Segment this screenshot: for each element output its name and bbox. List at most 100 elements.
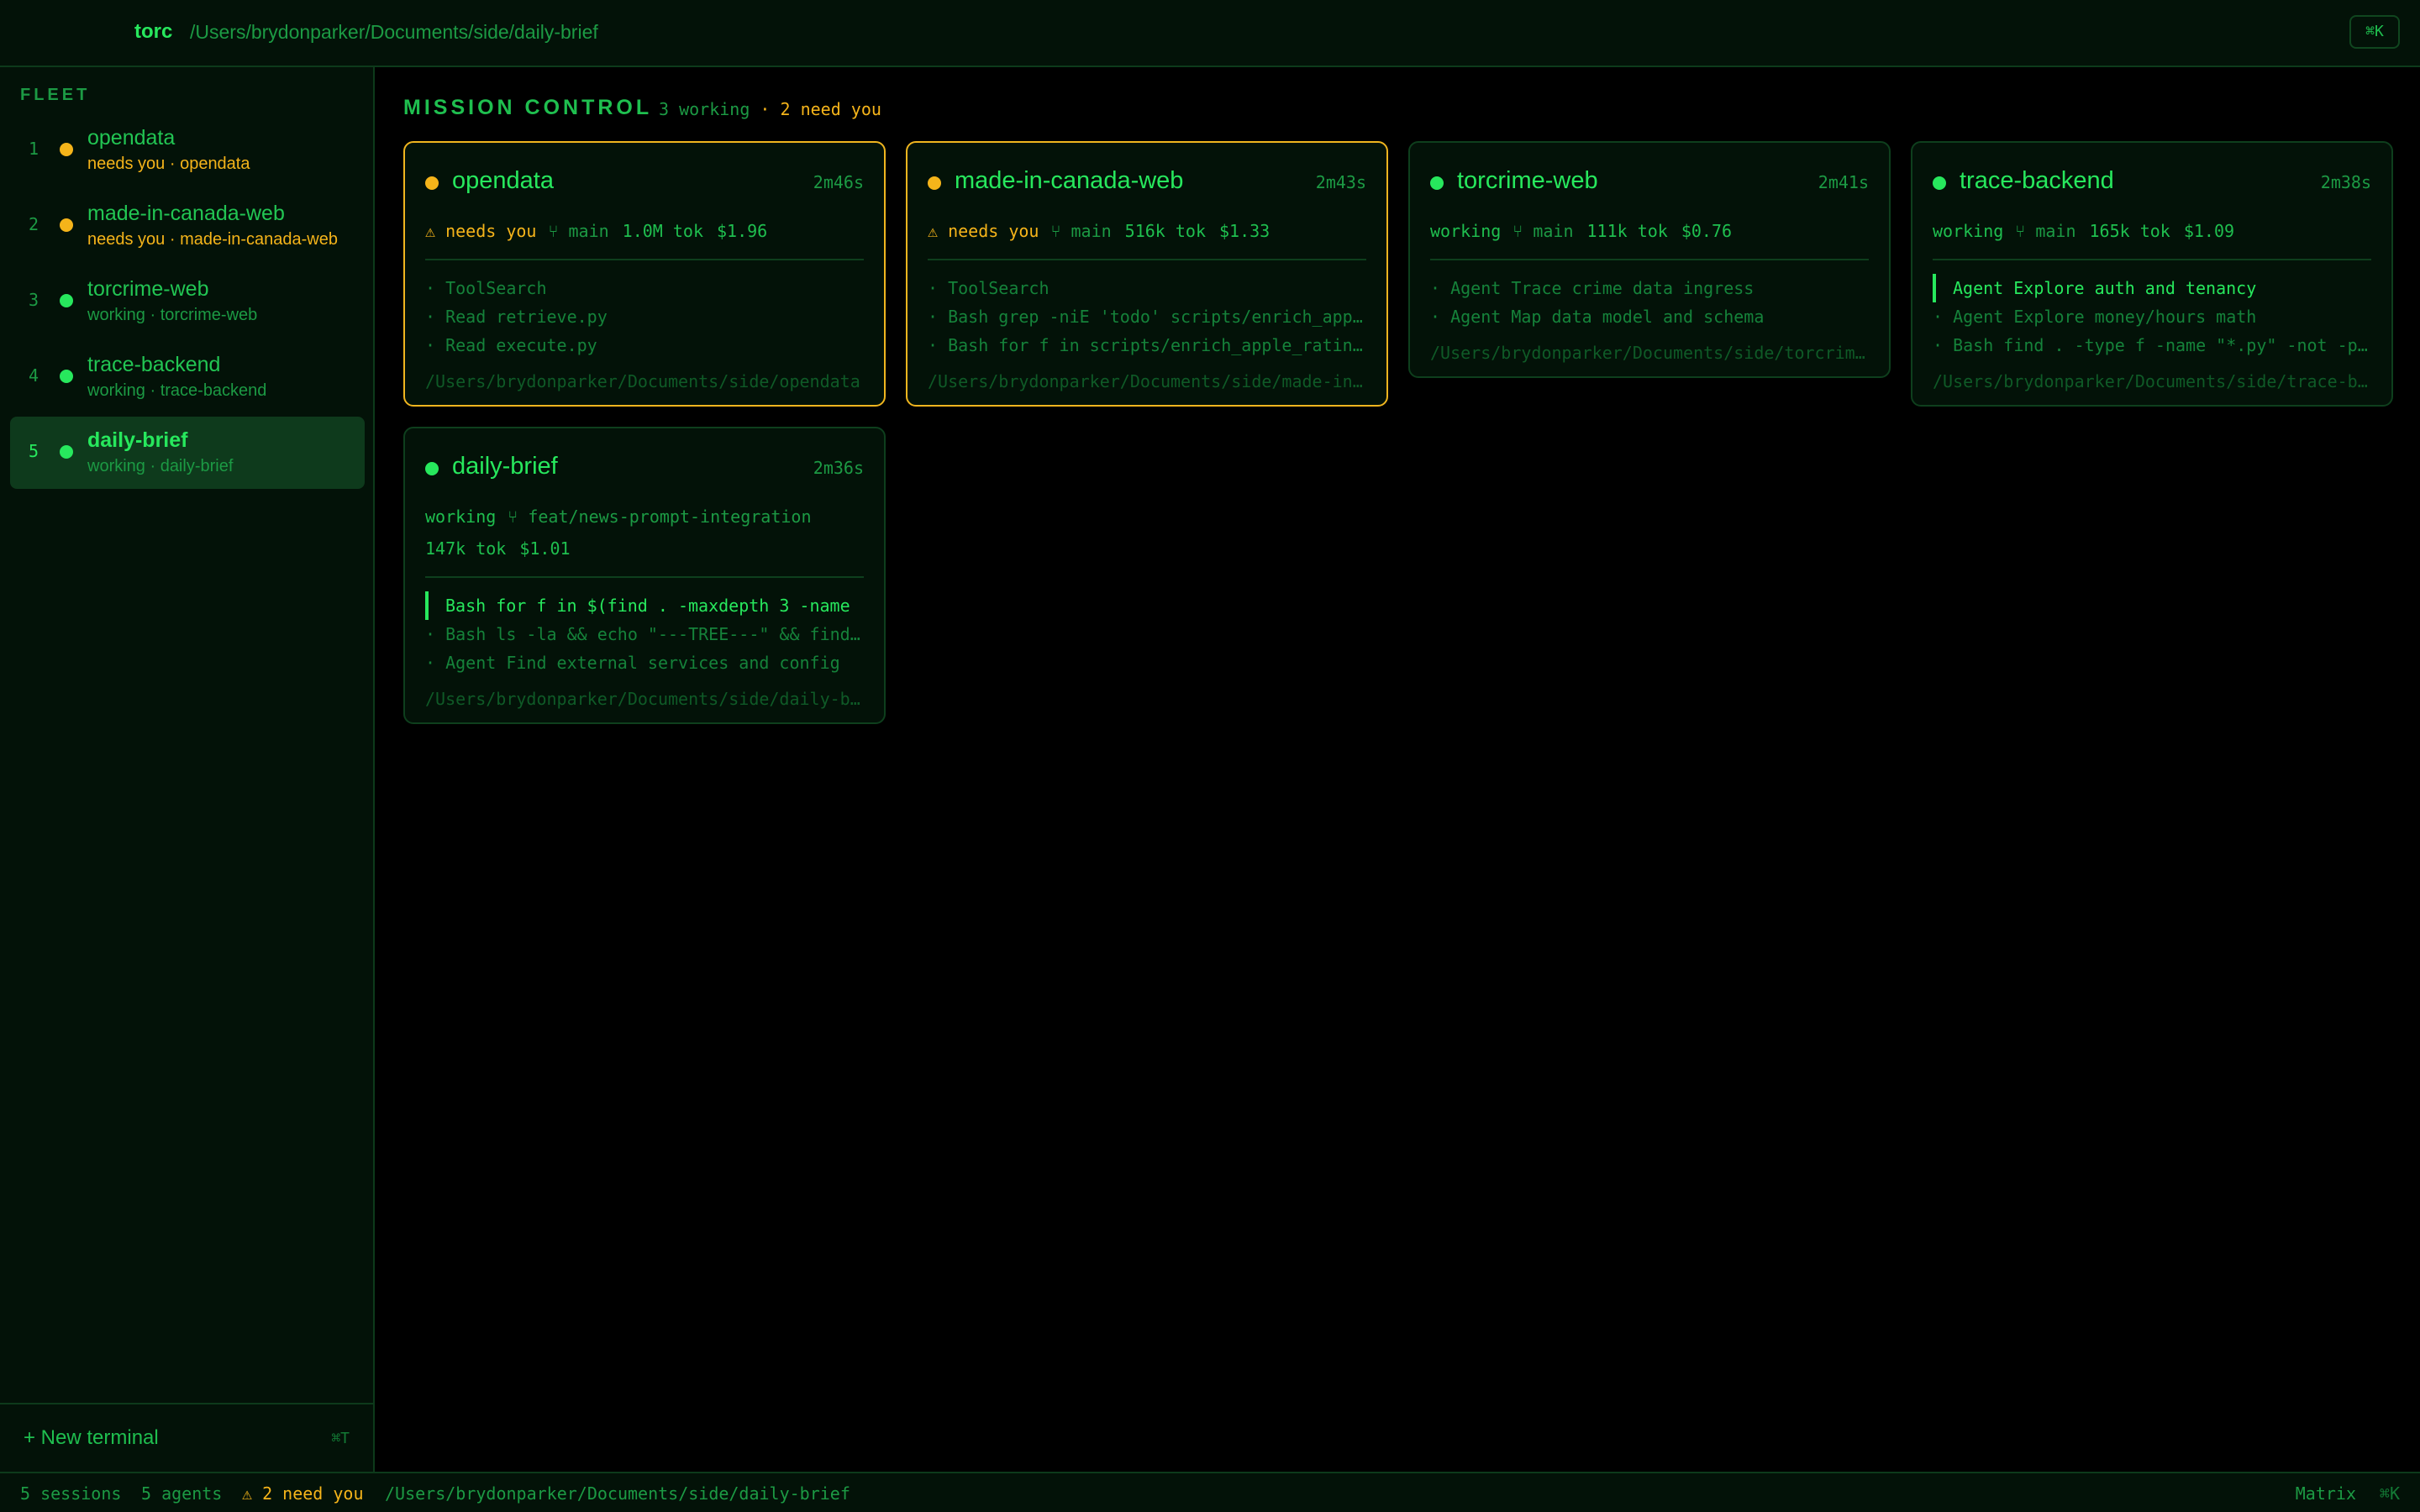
fleet-item-number: 3 — [29, 290, 39, 310]
card-title: made-in-canada-web — [955, 167, 1184, 194]
status-dot-icon — [60, 370, 73, 383]
status-dot-icon — [928, 176, 941, 190]
card-path: /Users/brydonparker/Documents/side/daily… — [425, 689, 864, 709]
card-state: ⚠ needs you — [928, 221, 1039, 241]
card-meta: working ⑂ main 111k tok $0.76 — [1430, 215, 1869, 247]
activity-item: · Bash find . -type f -name "*.py" -not … — [1933, 335, 2371, 355]
fleet-item-number: 1 — [29, 139, 39, 159]
card-activity-list: · ToolSearch · Bash grep -niE 'todo' scri… — [928, 274, 1366, 360]
card-divider — [928, 259, 1366, 260]
status-path: /Users/brydonparker/Documents/side/daily… — [385, 1483, 850, 1504]
fleet-list: 1 opendata needs you · opendata 2 made-in-ca… — [10, 114, 365, 492]
fleet-item-opendata[interactable]: 1 opendata needs you · opendata — [10, 114, 365, 186]
card-meta: working ⑂ main 165k tok $1.09 — [1933, 215, 2371, 247]
card-path: /Users/brydonparker/Documents/side/torcr… — [1430, 343, 1869, 363]
card-cost: $1.09 — [2183, 221, 2235, 241]
status-dot-icon — [60, 218, 73, 232]
card-meta: ⚠ needs you ⑂ main 516k tok $1.33 — [928, 215, 1366, 247]
card-activity-list: Agent Explore auth and tenancy · Agent Ex… — [1933, 274, 2371, 360]
status-dot-icon — [1933, 176, 1946, 190]
activity-item: · Agent Map data model and schema — [1430, 307, 1765, 327]
card-tokens: 147k tok — [425, 538, 507, 559]
fleet-item-number: 4 — [29, 365, 39, 386]
card-elapsed-time: 2m41s — [1818, 172, 1869, 192]
app-brand: torc — [134, 20, 173, 43]
card-title: torcrime-web — [1457, 167, 1598, 194]
card-state: working — [1430, 221, 1502, 241]
card-branch: ⑂ main — [1050, 221, 1112, 241]
status-dot-icon — [60, 294, 73, 307]
card-divider — [425, 259, 864, 260]
card-title: opendata — [452, 167, 554, 194]
new-terminal-button[interactable]: + New terminal — [24, 1426, 159, 1450]
fleet-item-torcrime-web[interactable]: 3 torcrime-web working · torcrime-web — [10, 265, 365, 338]
command-palette-button[interactable]: ⌘K — [2349, 15, 2400, 49]
card-cost: $0.76 — [1681, 221, 1733, 241]
working-count: 3 working — [659, 99, 750, 119]
card-elapsed-time: 2m43s — [1315, 172, 1366, 192]
fleet-item-number: 5 — [29, 441, 39, 461]
card-path: /Users/brydonparker/Documents/side/trace… — [1933, 371, 2371, 391]
card-state: working — [425, 507, 497, 527]
session-card-made-in-canada-web[interactable]: made-in-canada-web 2m43s ⚠ needs you ⑂ main… — [906, 141, 1388, 407]
card-state: ⚠ needs you — [425, 221, 537, 241]
activity-item: · Bash for f in scripts/enrich_apple_rat… — [928, 335, 1366, 355]
fleet-item-status: working · torcrime-web — [87, 306, 258, 324]
need-count: 2 need you — [780, 99, 881, 119]
card-divider — [1430, 259, 1869, 260]
card-branch: ⑂ main — [548, 221, 609, 241]
activity-current: Agent Explore auth and tenancy — [1933, 274, 2371, 302]
session-card-trace-backend[interactable]: trace-backend 2m38s working ⑂ main 165k tok $… — [1911, 141, 2393, 407]
activity-item: · ToolSearch — [928, 278, 1050, 298]
session-card-opendata[interactable]: opendata 2m46s ⚠ needs you ⑂ main 1.0M tok $1… — [403, 141, 886, 407]
fleet-item-daily-brief[interactable]: 5 daily-brief working · daily-brief — [10, 417, 365, 489]
fleet-item-status: working · trace-backend — [87, 381, 267, 400]
fleet-item-name: torcrime-web — [87, 277, 209, 301]
status-dot-icon — [425, 176, 439, 190]
fleet-item-trace-backend[interactable]: 4 trace-backend working · trace-backend — [10, 341, 365, 413]
summary-separator: · — [750, 99, 781, 119]
activity-item: · Agent Explore money/hours math — [1933, 307, 2257, 327]
session-count: 5 sessions — [20, 1483, 122, 1504]
fleet-item-status: needs you · made-in-canada-web — [87, 230, 338, 249]
card-state: working — [1933, 221, 2004, 241]
page-title: MISSION CONTROL — [403, 96, 653, 119]
session-card-daily-brief[interactable]: daily-brief 2m36s working ⑂ feat/news-promp… — [403, 427, 886, 724]
card-meta: ⚠ needs you ⑂ main 1.0M tok $1.96 — [425, 215, 864, 247]
card-branch: ⑂ main — [1512, 221, 1574, 241]
fleet-summary: 3 working · 2 need you — [659, 99, 881, 119]
fleet-title: FLEET — [20, 86, 91, 104]
card-path: /Users/brydonparker/Documents/side/made-… — [928, 371, 1366, 391]
card-activity-list: · ToolSearch · Read retrieve.py · Read exe… — [425, 274, 864, 360]
fleet-item-name: trace-backend — [87, 353, 221, 376]
status-dot-icon — [1430, 176, 1444, 190]
top-bar: torc /Users/brydonparker/Documents/side/… — [0, 0, 2420, 67]
card-cost: $1.01 — [519, 538, 571, 559]
card-divider — [425, 576, 864, 578]
card-title: trace-backend — [1960, 167, 2114, 194]
activity-item: · Agent Trace crime data ingress — [1430, 278, 1754, 298]
mission-control: MISSION CONTROL 3 working · 2 need you o… — [376, 67, 2420, 1472]
activity-current: Bash for f in $(find . -maxdepth 3 -name — [425, 591, 864, 620]
card-branch: ⑂ main — [2015, 221, 2076, 241]
card-path: /Users/brydonparker/Documents/side/opend… — [425, 371, 860, 391]
card-meta: working ⑂ feat/news-prompt-integration 147… — [425, 501, 864, 564]
status-dot-icon — [60, 143, 73, 156]
activity-item: · Read retrieve.py — [425, 307, 608, 327]
status-shortcut: ⌘K — [2379, 1483, 2400, 1504]
status-dot-icon — [60, 445, 73, 459]
fleet-item-number: 2 — [29, 214, 39, 234]
fleet-item-status: working · daily-brief — [87, 457, 234, 475]
card-cost: $1.96 — [717, 221, 768, 241]
fleet-item-made-in-canada-web[interactable]: 2 made-in-canada-web needs you · made-in-c… — [10, 190, 365, 262]
card-elapsed-time: 2m46s — [813, 172, 864, 192]
activity-item: · Agent Find external services and confi… — [425, 653, 840, 673]
need-you-indicator[interactable]: ⚠ 2 need you — [242, 1483, 364, 1504]
card-divider — [1933, 259, 2371, 260]
theme-selector[interactable]: Matrix — [2296, 1483, 2356, 1504]
card-activity-list: Bash for f in $(find . -maxdepth 3 -name… — [425, 591, 864, 677]
activity-item: · Bash grep -niE 'todo' scripts/enrich_a… — [928, 307, 1366, 327]
card-tokens: 111k tok — [1586, 221, 1668, 241]
session-card-torcrime-web[interactable]: torcrime-web 2m41s working ⑂ main 111k tok $0… — [1408, 141, 1891, 378]
card-branch: ⑂ feat/news-prompt-integration — [508, 507, 812, 527]
